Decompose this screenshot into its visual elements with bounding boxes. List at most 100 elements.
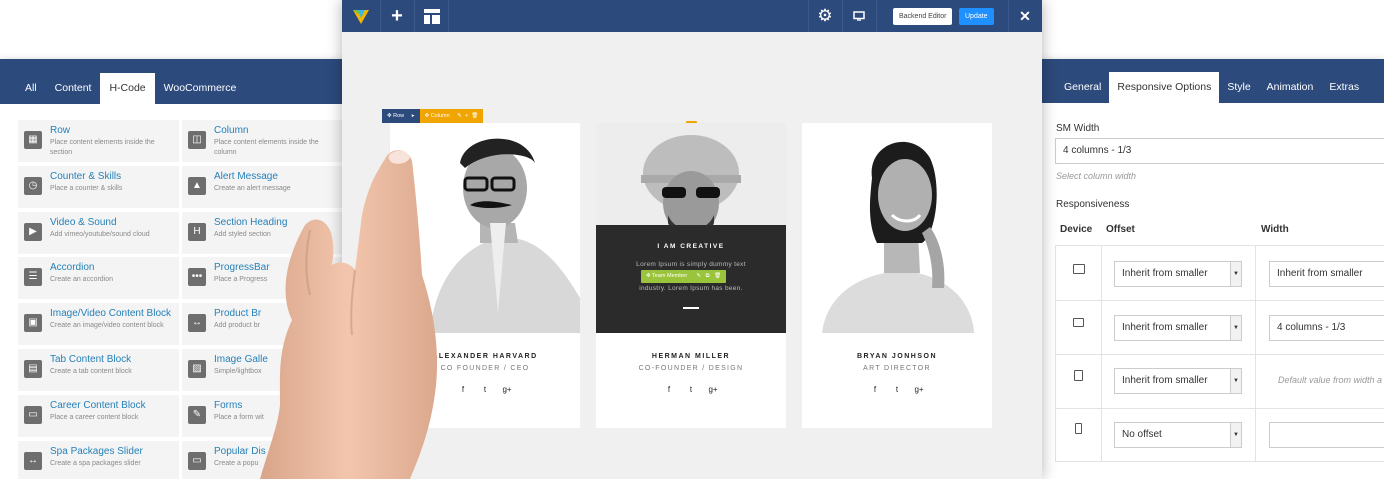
toolbar-separator [414, 0, 415, 32]
gear-icon[interactable]: ⚙ [810, 0, 840, 32]
element-description: Create a tab content block [50, 367, 174, 377]
facebook-icon[interactable]: f [452, 385, 474, 394]
tablet-offset-select[interactable]: Inherit from smaller ▼ [1114, 368, 1242, 394]
element-description-line: section [50, 148, 73, 156]
element-description: Create a spa packages slider [50, 459, 174, 469]
member-role: ART DIRECTOR [863, 365, 931, 372]
element-description: Place content elements inside the section [50, 138, 174, 157]
element-item[interactable]: ◷ Counter & Skills Place a counter & skill… [18, 165, 179, 208]
tab-h-code[interactable]: H-Code [100, 73, 155, 104]
social-links: f t g+ [596, 385, 786, 394]
element-item[interactable]: ☰ Accordion Create an accordion [18, 257, 179, 300]
toolbar-separator [1008, 0, 1009, 32]
team-member-controls[interactable]: ✥ Team Member ✎ ⧉ 🗑 [641, 270, 727, 283]
sm-width-select[interactable]: 4 columns - 1/3 [1055, 138, 1384, 164]
heading-icon: H [188, 222, 206, 241]
settings-tabs: General Responsive Options Style Animati… [1040, 59, 1384, 103]
column-settings-panel: General Responsive Options Style Animati… [1040, 59, 1384, 479]
table-divider [1055, 408, 1384, 409]
tab-general[interactable]: General [1056, 72, 1109, 103]
overlay-divider [683, 307, 699, 309]
element-item[interactable]: ▣ Image/Video Content Block Create an imag… [18, 303, 179, 346]
toolbar-separator [842, 0, 843, 32]
tab-responsive-options[interactable]: Responsive Options [1109, 72, 1220, 103]
product-icon: ↔ [188, 314, 206, 333]
element-description-line: Place a career content block [50, 413, 139, 421]
tab-content[interactable]: Content [46, 73, 101, 104]
desktop-offset-select[interactable]: Inherit from smaller ▼ [1114, 261, 1242, 287]
toolbar-separator [808, 0, 809, 32]
width-column-header: Width [1261, 224, 1289, 235]
member-name: HERMAN MILLER [651, 353, 731, 360]
element-description-line: Add vimeo/youtube/sound cloud [50, 230, 150, 238]
row-controls[interactable]: ✥ Row ▸ ✥ Column ✎ + 🗑 [382, 109, 484, 123]
twitter-icon[interactable]: t [680, 385, 702, 394]
element-name: Spa Packages Slider [50, 445, 143, 457]
element-item[interactable]: ▦ Row Place content elements inside the sec… [18, 120, 179, 162]
element-description: Place a career content block [50, 413, 174, 423]
laptop-icon [1073, 318, 1084, 327]
update-button[interactable]: Update [959, 8, 994, 25]
laptop-offset-value: Inherit from smaller [1122, 322, 1208, 333]
laptop-width-select[interactable]: 4 columns - 1/3 [1269, 315, 1384, 341]
tab-style[interactable]: Style [1219, 72, 1258, 103]
table-divider [1055, 461, 1384, 462]
laptop-width-value: 4 columns - 1/3 [1277, 322, 1346, 333]
responsiveness-label: Responsiveness [1056, 199, 1130, 210]
google-plus-icon[interactable]: g+ [908, 385, 930, 394]
team-member-card[interactable]: BRYAN JONHSON ART DIRECTOR f t g+ [802, 123, 992, 428]
tab-all[interactable]: All [16, 73, 46, 104]
member-role: CO-FOUNDER / DESIGN [638, 365, 744, 372]
google-plus-icon[interactable]: g+ [702, 385, 724, 394]
add-element-icon[interactable]: + [382, 0, 412, 32]
google-plus-icon[interactable]: g+ [496, 385, 518, 394]
twitter-icon[interactable]: t [886, 385, 908, 394]
overlay-text: industry. Lorem Ipsum has been. [639, 285, 743, 292]
column-control[interactable]: ✥ Column ✎ + 🗑 [419, 109, 484, 123]
element-description: Place a counter & skills [50, 184, 174, 194]
element-description: Add vimeo/youtube/sound cloud [50, 230, 174, 240]
facebook-icon[interactable]: f [658, 385, 680, 394]
laptop-offset-select[interactable]: Inherit from smaller ▼ [1114, 315, 1242, 341]
phone-width-select[interactable] [1269, 422, 1384, 448]
social-links: f t g+ [802, 385, 992, 394]
tab-woocommerce[interactable]: WooCommerce [155, 73, 246, 104]
tab-icon: ▤ [24, 360, 42, 378]
chevron-down-icon: ▼ [1230, 423, 1241, 447]
tab-extras[interactable]: Extras [1321, 72, 1367, 103]
element-item[interactable]: ▶ Video & Sound Add vimeo/youtube/sound cl… [18, 211, 179, 254]
element-item[interactable]: ↔ Spa Packages Slider Create a spa package… [18, 440, 179, 479]
row-control[interactable]: ✥ Row ▸ [382, 109, 420, 123]
templates-icon[interactable] [418, 0, 446, 32]
table-divider [1055, 300, 1384, 301]
phone-offset-select[interactable]: No offset ▼ [1114, 422, 1242, 448]
element-category-tabs: All Content H-Code WooCommerce [0, 59, 360, 104]
overlay-title: I AM CREATIVE [657, 243, 725, 250]
backend-editor-button[interactable]: Backend Editor [893, 8, 953, 25]
twitter-icon[interactable]: t [474, 385, 496, 394]
element-name: Video & Sound [50, 216, 117, 228]
element-description-line: Create a tab content block [50, 368, 132, 375]
pointing-hand-illustration [260, 150, 438, 479]
accordion-icon: ☰ [24, 268, 42, 287]
counter-icon: ◷ [24, 176, 42, 195]
responsive-preview-icon[interactable] [844, 0, 874, 32]
element-description: Create an accordion [50, 275, 174, 285]
element-item[interactable]: ▭ Career Content Block Place a career cont… [18, 394, 179, 437]
table-divider [1255, 245, 1256, 461]
overlay-text: Lorem Ipsum is simply dummy text [636, 261, 746, 268]
element-description-line: Create an image/video content block [50, 322, 164, 330]
element-name: Tab Content Block [50, 354, 132, 365]
element-item[interactable]: ▤ Tab Content Block Create a tab content b… [18, 349, 179, 391]
team-member-photo [596, 123, 786, 333]
table-divider [1055, 245, 1056, 461]
logo-icon [348, 0, 374, 32]
device-column-header: Device [1060, 224, 1093, 235]
facebook-icon[interactable]: f [864, 385, 886, 394]
column-icon: ◫ [188, 131, 206, 149]
progress-icon: ••• [188, 268, 206, 287]
desktop-width-select[interactable]: Inherit from smaller [1269, 261, 1384, 287]
desktop-width-value: Inherit from smaller [1277, 268, 1363, 279]
close-icon[interactable]: ✕ [1010, 0, 1040, 32]
tab-animation[interactable]: Animation [1259, 72, 1322, 103]
